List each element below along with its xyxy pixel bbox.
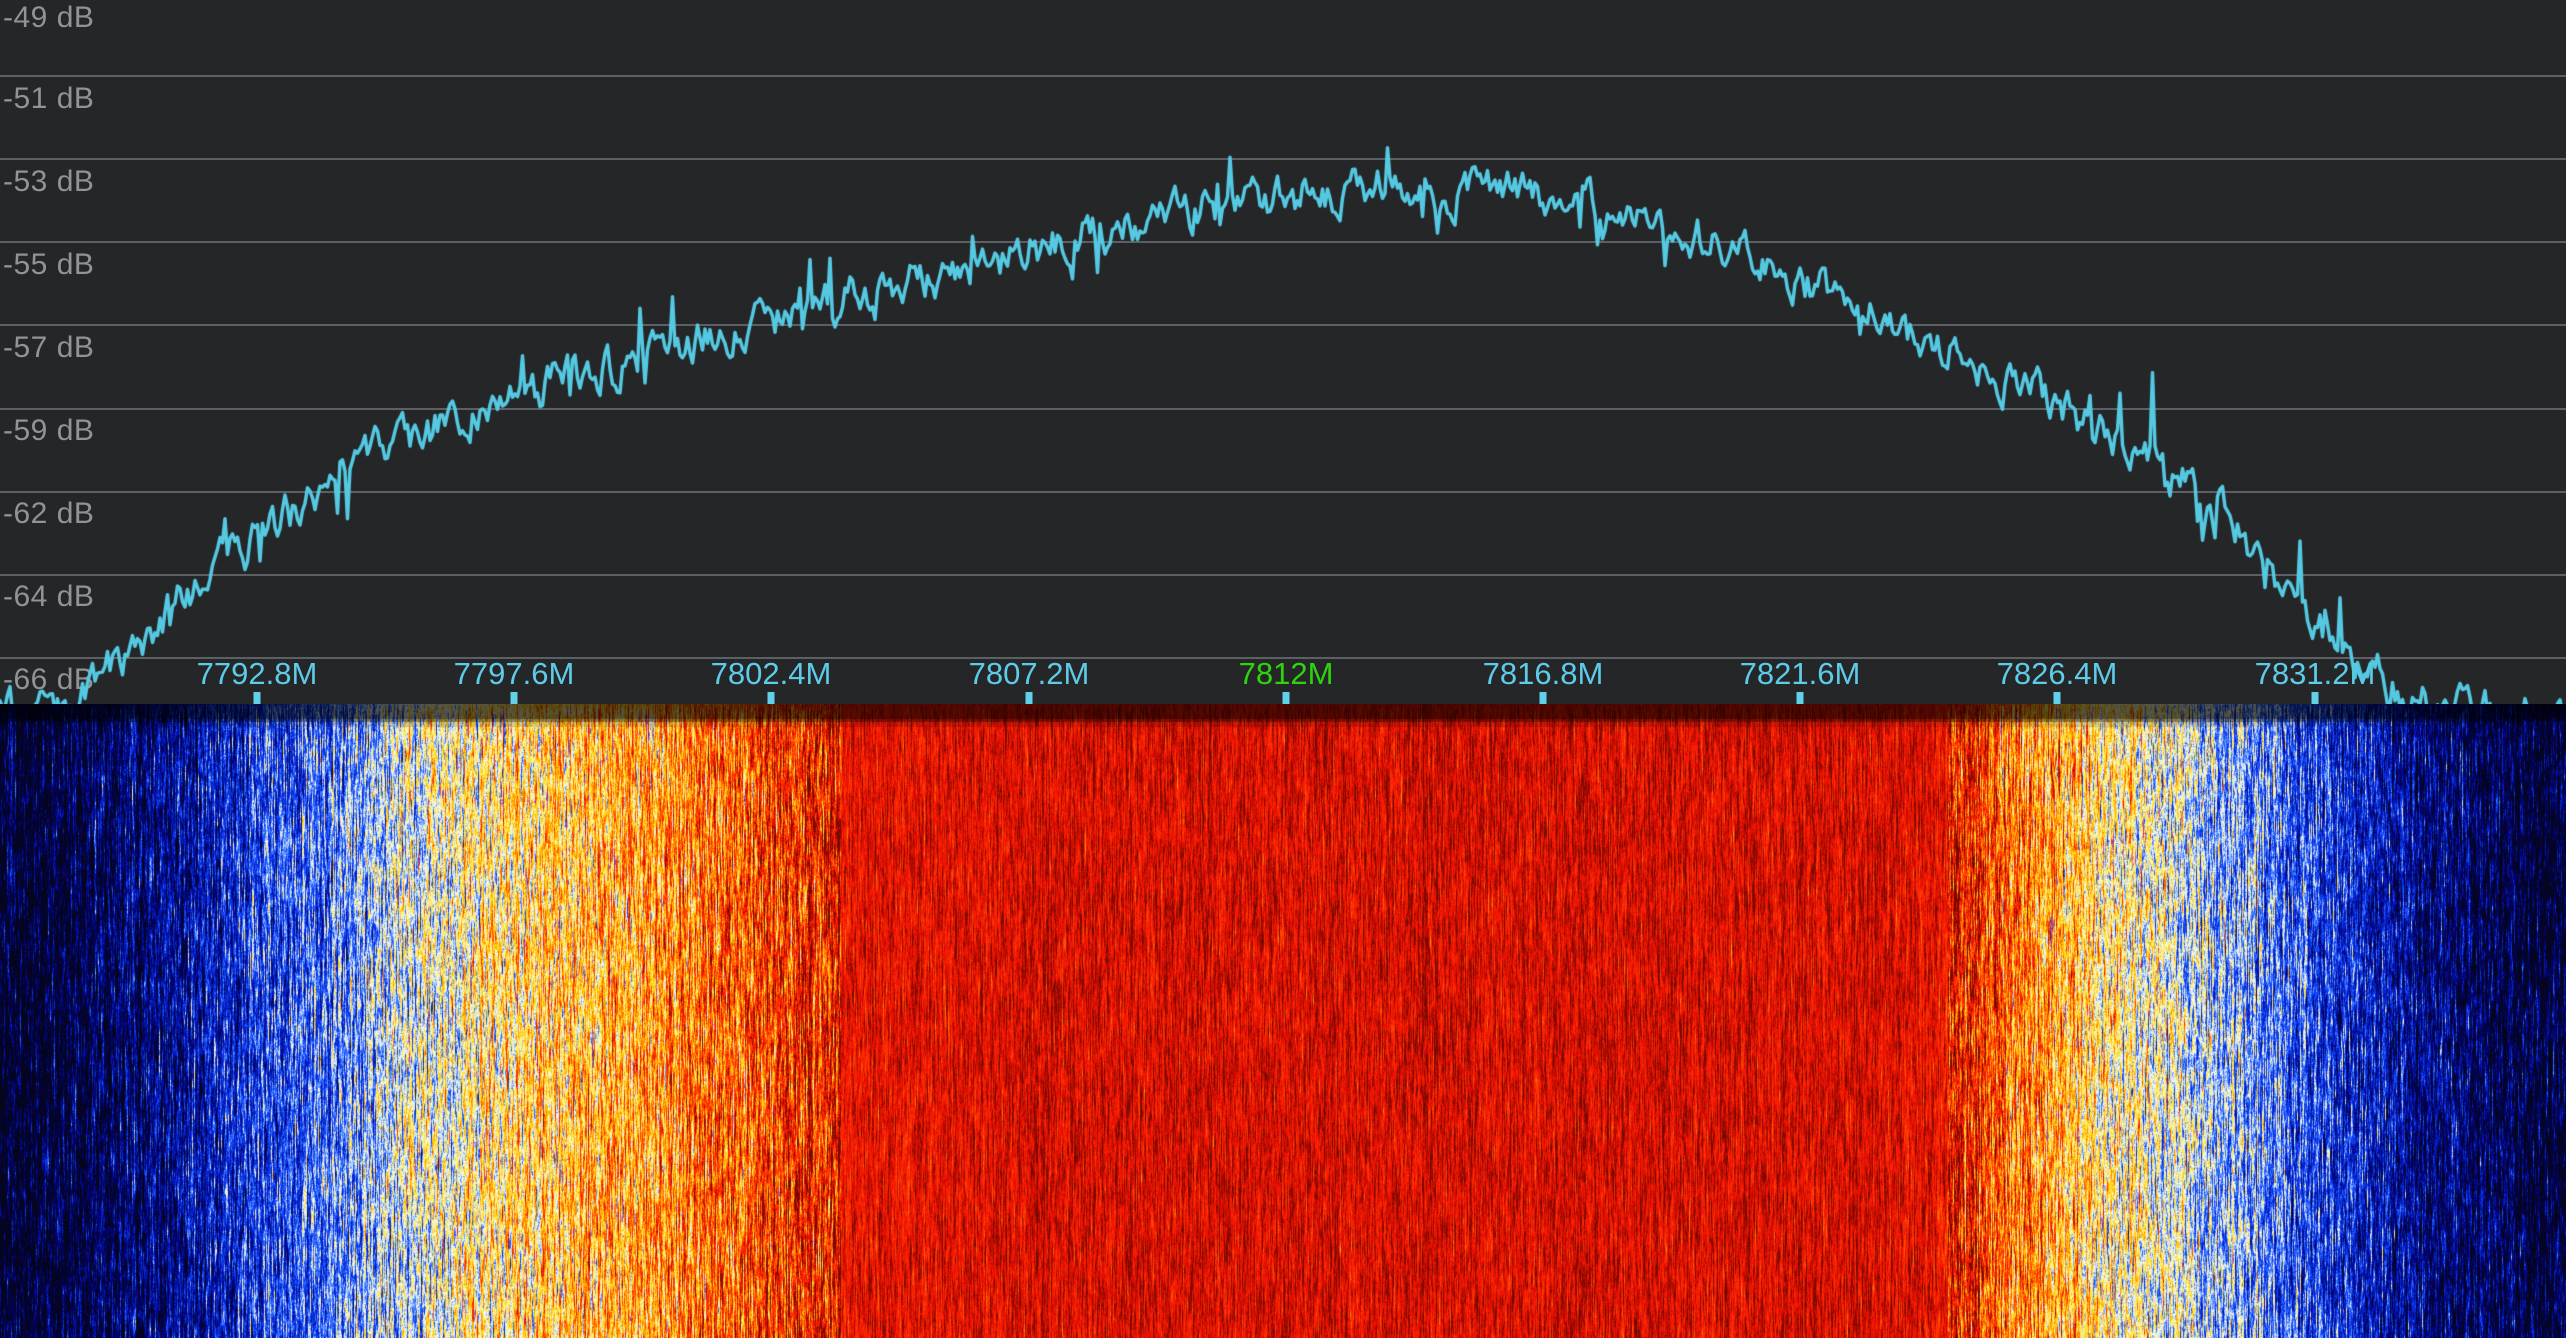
waterfall-display-canvas — [0, 704, 2566, 1338]
spectrum-trace-canvas — [0, 0, 2566, 714]
spectrum-panel[interactable]: -49 dB-51 dB-53 dB-55 dB-57 dB-59 dB-62 … — [0, 0, 2566, 720]
sdr-app-screen: -49 dB-51 dB-53 dB-55 dB-57 dB-59 dB-62 … — [0, 0, 2566, 1338]
waterfall-panel[interactable] — [0, 704, 2566, 1338]
